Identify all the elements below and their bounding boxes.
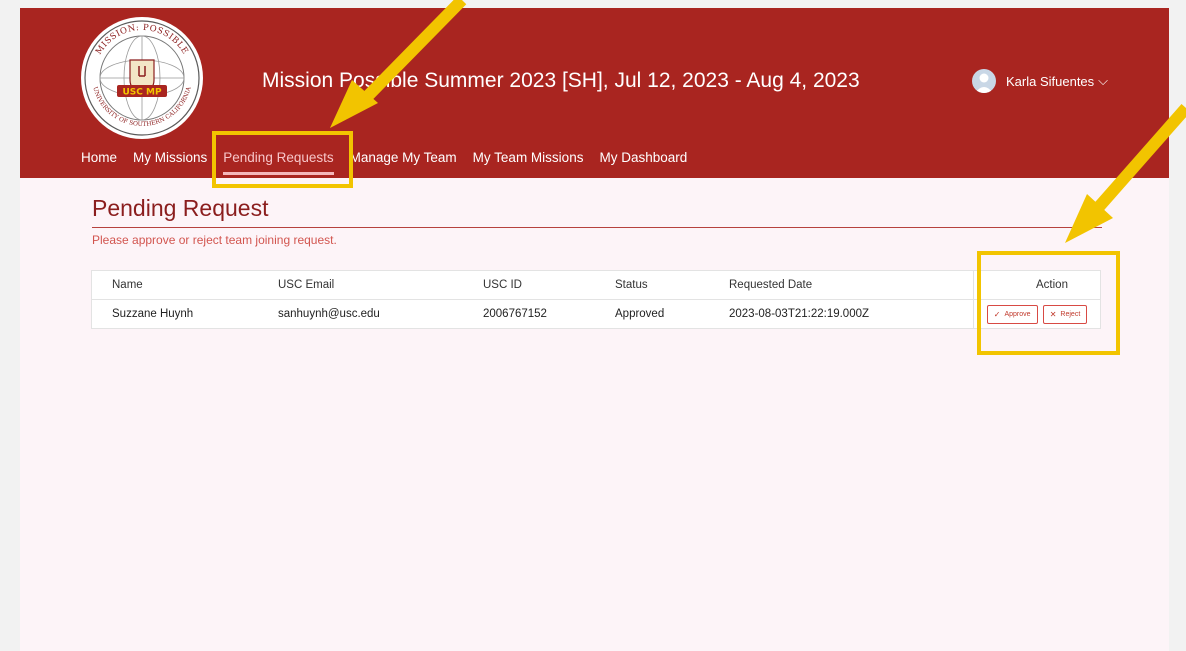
cell-status: Approved [595,299,709,329]
col-usc-email[interactable]: USC Email [258,270,463,300]
nav-home[interactable]: Home [81,150,117,165]
cell-usc-id: 2006767152 [463,299,595,329]
nav-manage-my-team[interactable]: Manage My Team [350,150,457,165]
main-nav: Home My Missions Pending Requests Manage… [81,150,703,175]
usc-mp-logo: USC MP MISSION: POSSIBLE UNIVERSITY OF S… [81,17,203,139]
page-title: Pending Request [92,195,269,221]
highlight-box-pending-requests [212,131,353,188]
pending-requests-table: Name USC Email USC ID Status Requested D… [91,270,1101,329]
page-subtitle: Please approve or reject team joining re… [92,233,337,247]
col-status[interactable]: Status [595,270,709,300]
table-header-row: Name USC Email USC ID Status Requested D… [91,270,1101,300]
col-requested-date[interactable]: Requested Date [709,270,974,300]
logo-text-center: USC MP [122,88,161,98]
user-name: Karla Sifuentes [1006,73,1095,89]
col-name[interactable]: Name [91,270,258,300]
highlight-box-action [977,251,1120,355]
col-usc-id[interactable]: USC ID [463,270,595,300]
user-menu[interactable]: Karla Sifuentes ⌵ [972,69,1108,93]
chevron-down-icon: ⌵ [1098,73,1109,88]
table-row: Suzzane Huynh sanhuynh@usc.edu 200676715… [91,299,1101,329]
heading-divider [92,227,1102,228]
nav-my-dashboard[interactable]: My Dashboard [599,150,687,165]
top-header: USC MP MISSION: POSSIBLE UNIVERSITY OF S… [20,8,1169,178]
nav-my-missions[interactable]: My Missions [133,150,207,165]
cell-requested-date: 2023-08-03T21:22:19.000Z [709,299,974,329]
nav-my-team-missions[interactable]: My Team Missions [473,150,584,165]
event-title: Mission Possible Summer 2023 [SH], Jul 1… [262,69,860,92]
cell-email: sanhuynh@usc.edu [258,299,463,329]
cell-name: Suzzane Huynh [91,299,258,329]
avatar-icon [972,69,996,93]
